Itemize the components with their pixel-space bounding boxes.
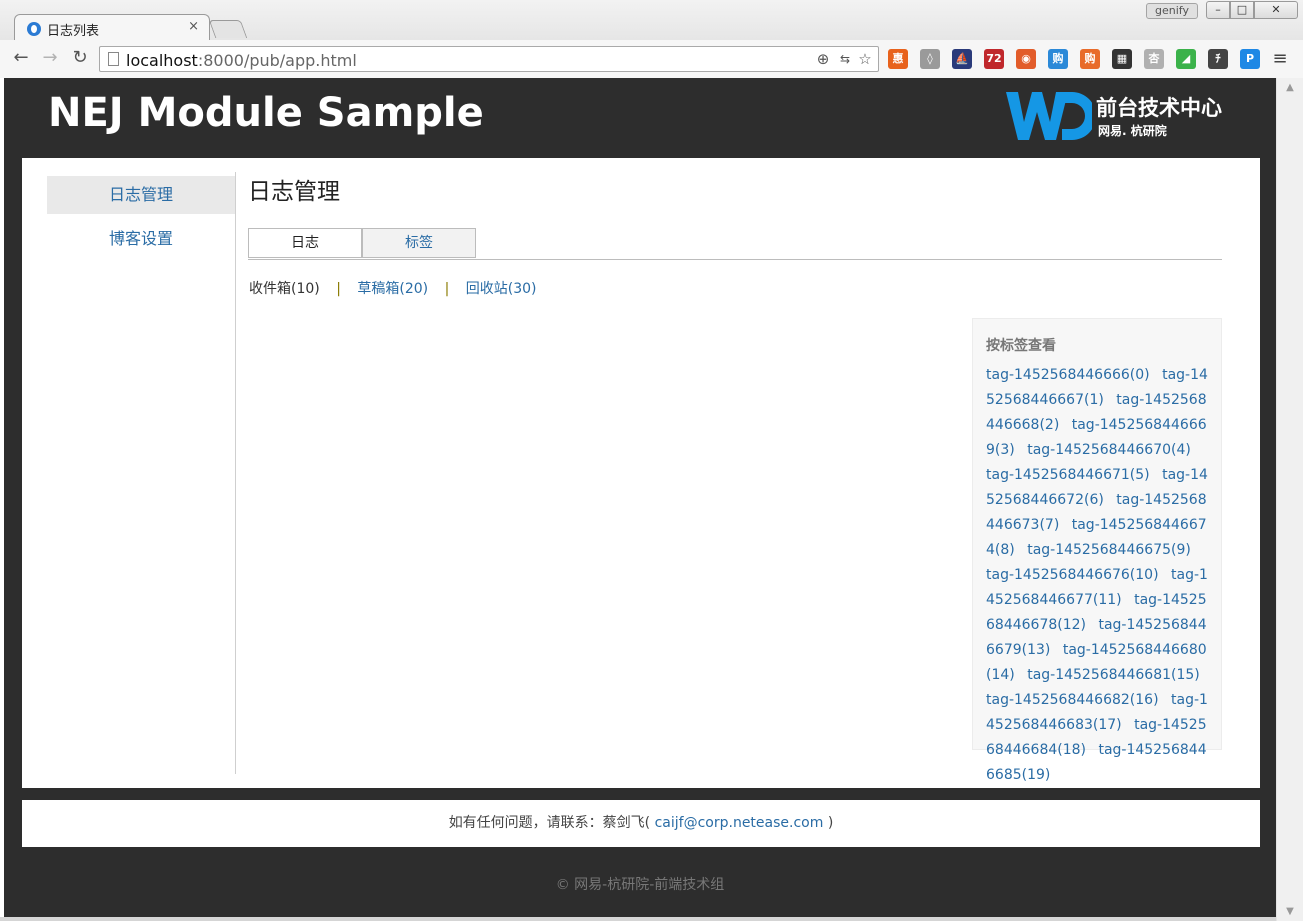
address-bar[interactable]: localhost:8000/pub/app.html ⊕ ⇆ ☆ [99,46,879,72]
page-viewport: NEJ Module Sample 前台技术中心 网易. 杭研院 日志管理 博客… [4,78,1276,917]
url-text[interactable]: localhost:8000/pub/app.html [126,51,357,70]
url-path: :8000/pub/app.html [197,51,357,70]
badge-extension-icon[interactable]: 72 [984,49,1004,69]
tab-bar: 日志 标签 [248,228,1222,260]
tab-title: 日志列表 [47,24,100,39]
copyright: © 网易-杭研院-前端技术组 [555,877,725,893]
bookmark-star-icon[interactable]: ☆ [856,50,874,68]
qrcode-extension-icon[interactable]: ▦ [1112,49,1132,69]
browser-toolbar: ← → ↻ localhost:8000/pub/app.html ⊕ ⇆ ☆ … [0,40,1303,78]
eye-extension-icon[interactable]: ◉ [1016,49,1036,69]
tag-panel-title: 按标签查看 [986,338,1056,354]
footer: 如有任何问题，请联系：蔡剑飞( caijf@corp.netease.com ) [22,800,1260,847]
tag-panel: 按标签查看 tag-1452568446666(0) tag-145256844… [972,318,1222,783]
logo: 前台技术中心 网易. 杭研院 [1004,88,1244,144]
main-panel: 日志管理 博客设置 日志管理 日志 标签 收件箱(10) | 草稿箱(20) |… [22,158,1260,788]
forward-arrow-icon[interactable]: → [38,46,62,70]
page-title: 日志管理 [248,179,340,205]
tab-log[interactable]: 日志 [248,228,362,258]
new-tab-button[interactable] [208,20,248,38]
tag-link[interactable]: tag-1452568446681(15) [1027,667,1200,683]
contact-email-link[interactable]: caijf@corp.netease.com [655,815,824,831]
tab-close-icon[interactable]: × [188,19,199,34]
gou-blue-extension-icon[interactable]: 购 [1048,49,1068,69]
sidebar-divider [235,172,236,774]
tag-link[interactable]: tag-1452568446666(0) [986,367,1150,383]
page-scrollbar[interactable]: ▲ ▼ [1276,78,1303,921]
p-extension-icon[interactable]: P [1240,49,1260,69]
maximize-button[interactable]: □ [1230,1,1254,19]
tag-list: tag-1452568446666(0) tag-1452568446667(1… [986,363,1208,788]
tab-tags[interactable]: 标签 [362,228,476,258]
leaf-extension-icon[interactable]: 杏 [1144,49,1164,69]
tab-favicon-icon [27,22,41,36]
browser-titlebar: 日志列表 × genify – □ ✕ [0,0,1303,42]
zoom-icon[interactable]: ⊕ [814,50,832,68]
trash-link[interactable]: 回收站(30) [466,281,537,297]
tag-link[interactable]: tag-1452568446670(4) [1027,442,1191,458]
separator: | [336,281,341,297]
hui-extension-icon[interactable]: 惠 [888,49,908,69]
page-icon [108,52,119,66]
url-host: localhost [126,51,198,70]
boat-extension-icon[interactable]: ⛵ [952,49,972,69]
minimize-button[interactable]: – [1206,1,1230,19]
reload-icon[interactable]: ↻ [68,46,92,70]
inbox-link[interactable]: 收件箱(10) [249,281,320,297]
drafts-link[interactable]: 草稿箱(20) [357,281,428,297]
translate-icon[interactable]: ⇆ [836,50,854,68]
tag-link[interactable]: tag-1452568446675(9) [1027,542,1191,558]
menu-icon[interactable]: ≡ [1270,49,1290,69]
scroll-up-icon[interactable]: ▲ [1277,82,1303,93]
profile-badge[interactable]: genify [1146,3,1198,19]
window-bottom-edge [0,917,1276,921]
flag-extension-icon[interactable]: ◢ [1176,49,1196,69]
box-filter: 收件箱(10) | 草稿箱(20) | 回收站(30) [249,278,537,298]
sidebar-item-blog-settings[interactable]: 博客设置 [47,220,235,258]
tag-link[interactable]: tag-1452568446671(5) [986,467,1150,483]
logo-title: 前台技术中心 [1096,96,1222,120]
content-area: 日志管理 日志 标签 收件箱(10) | 草稿箱(20) | 回收站(30) 按… [248,174,1222,783]
window-close-button[interactable]: ✕ [1254,1,1298,19]
gou-orange-extension-icon[interactable]: 购 [1080,49,1100,69]
browser-tab[interactable]: 日志列表 × [14,14,210,42]
back-arrow-icon[interactable]: ← [9,46,33,70]
wd-logo-icon [1006,92,1092,140]
contact-suffix: ) [827,815,834,831]
site-title: NEJ Module Sample [48,90,484,136]
sidebar: 日志管理 博客设置 [47,176,235,264]
sidebar-item-blog-manage[interactable]: 日志管理 [47,176,235,214]
tool-extension-icon[interactable]: ﾁ [1208,49,1228,69]
tag-link[interactable]: tag-1452568446676(10) [986,567,1159,583]
shield-extension-icon[interactable]: ◊ [920,49,940,69]
browser-chrome: 日志列表 × genify – □ ✕ ← → ↻ localhost:8000… [0,0,1303,78]
scroll-down-icon[interactable]: ▼ [1277,906,1303,917]
tag-link[interactable]: tag-1452568446682(16) [986,692,1159,708]
logo-subtitle: 网易. 杭研院 [1098,124,1167,138]
contact-text: 如有任何问题，请联系：蔡剑飞( [448,815,651,831]
separator: | [444,281,450,297]
